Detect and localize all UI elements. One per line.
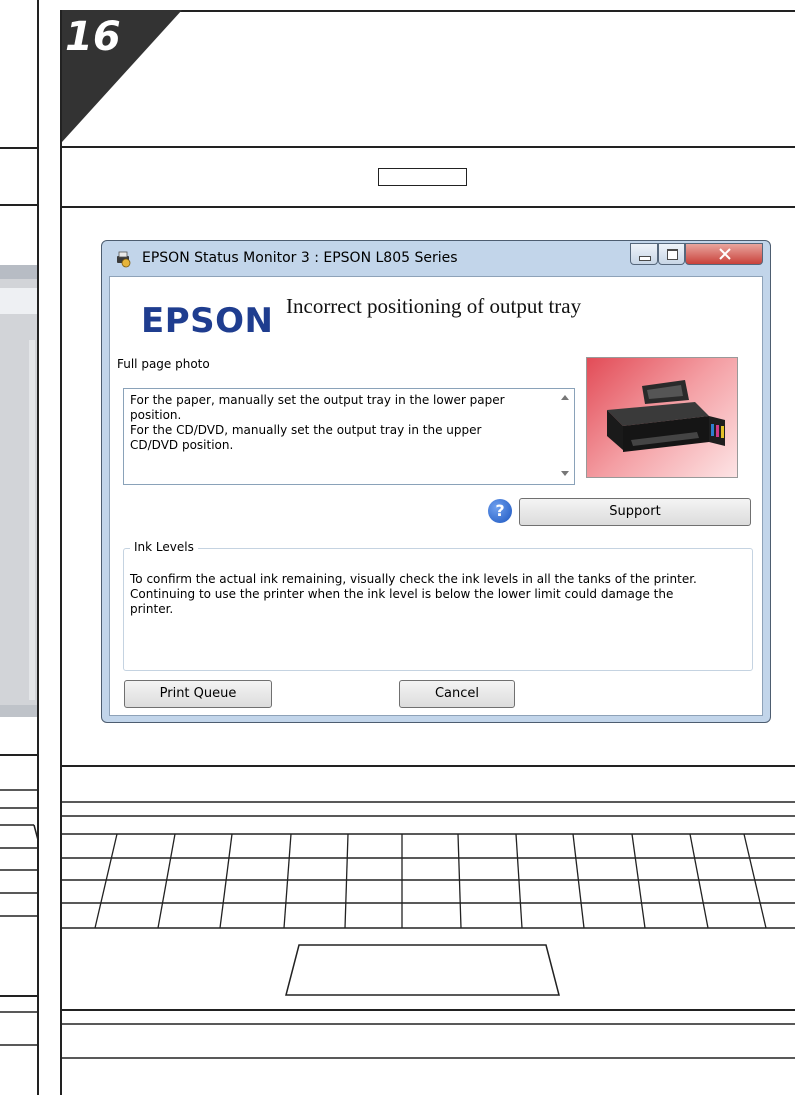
window-controls — [630, 243, 765, 265]
support-button[interactable]: Support — [519, 498, 751, 526]
message-line: position. — [130, 408, 182, 422]
printer-status-icon — [117, 251, 131, 268]
title-bar[interactable]: EPSON Status Monitor 3 : EPSON L805 Seri… — [102, 241, 770, 275]
minimize-button[interactable] — [630, 243, 658, 265]
cancel-button[interactable]: Cancel — [399, 680, 515, 708]
message-line: For the CD/DVD, manually set the output … — [130, 423, 482, 437]
printer-illustration — [607, 380, 725, 452]
message-textbox[interactable]: For the paper, manually set the output t… — [123, 388, 575, 485]
panel-divider — [60, 146, 795, 148]
close-icon — [719, 248, 731, 260]
laptop-base-illustration — [60, 765, 795, 1059]
minimize-icon — [639, 256, 651, 261]
print-queue-button[interactable]: Print Queue — [124, 680, 272, 708]
close-button[interactable] — [685, 243, 763, 265]
step-number: 16 — [65, 14, 121, 60]
message-line: CD/DVD position. — [130, 438, 234, 452]
ink-message-line: printer. — [130, 602, 174, 616]
status-monitor-window: EPSON Status Monitor 3 : EPSON L805 Seri… — [101, 240, 771, 723]
scroll-up-icon[interactable] — [561, 395, 569, 400]
left-illustration-panel — [0, 0, 39, 1095]
epson-logo: EPSON — [141, 301, 274, 341]
scroll-down-icon[interactable] — [561, 471, 569, 476]
error-message-title: Incorrect positioning of output tray — [286, 294, 582, 318]
help-icon[interactable]: ? — [488, 499, 512, 523]
ink-message-line: Continuing to use the printer when the i… — [130, 587, 674, 601]
ink-levels-label: Ink Levels — [130, 540, 198, 554]
ink-levels-message: To confirm the actual ink remaining, vis… — [130, 572, 740, 617]
media-type-label: Full page photo — [117, 357, 210, 371]
printer-image — [586, 357, 738, 478]
message-text: For the paper, manually set the output t… — [130, 393, 550, 453]
message-line: For the paper, manually set the output t… — [130, 393, 505, 407]
left-line-art — [0, 0, 39, 1095]
ink-message-line: To confirm the actual ink remaining, vis… — [130, 572, 697, 586]
monitor-slot — [378, 168, 467, 186]
panel-divider — [60, 206, 795, 208]
window-content: EPSON Incorrect positioning of output tr… — [109, 276, 763, 716]
window-title: EPSON Status Monitor 3 : EPSON L805 Seri… — [142, 250, 458, 266]
maximize-icon — [667, 249, 678, 260]
maximize-button[interactable] — [658, 243, 685, 265]
